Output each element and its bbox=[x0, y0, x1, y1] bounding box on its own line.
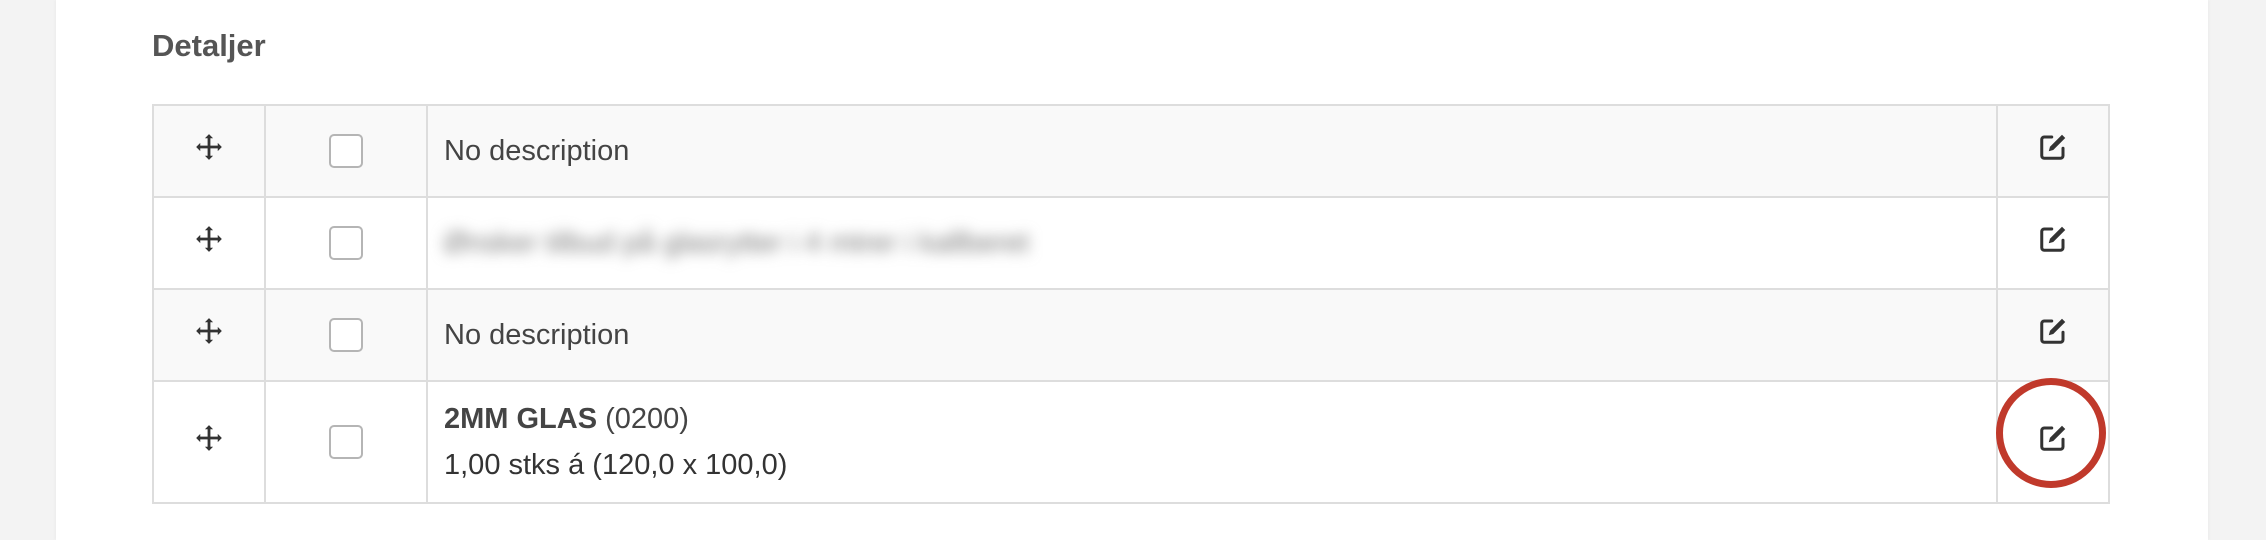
row-description: No description bbox=[444, 134, 630, 167]
table-row: Ønsker tilbud på glasrytter i 4 mtrer i … bbox=[152, 196, 2110, 290]
edit-cell bbox=[1996, 288, 2110, 382]
edit-square-pen-icon[interactable] bbox=[2038, 316, 2068, 354]
edit-square-pen-icon[interactable] bbox=[2038, 224, 2068, 262]
product-line: 2MM GLAS (0200) bbox=[444, 396, 1996, 442]
row-checkbox[interactable] bbox=[329, 134, 363, 169]
description-cell: No description bbox=[426, 104, 1998, 198]
edit-cell bbox=[1996, 196, 2110, 290]
move-cell bbox=[152, 380, 266, 504]
move-cell bbox=[152, 196, 266, 290]
move-cell bbox=[152, 288, 266, 382]
checkbox-cell bbox=[264, 288, 428, 382]
row-description-blurred: Ønsker tilbud på glasrytter i 4 mtrer i … bbox=[444, 226, 1030, 259]
checkbox-cell bbox=[264, 196, 428, 290]
table-row: 2MM GLAS (0200) 1,00 stks á (120,0 x 100… bbox=[152, 378, 2110, 504]
checkbox-cell bbox=[264, 104, 428, 198]
product-code: (0200) bbox=[605, 403, 689, 435]
edit-square-pen-icon[interactable] bbox=[2038, 423, 2068, 461]
product-name: 2MM GLAS bbox=[444, 403, 598, 435]
content-panel: Detaljer No description Ønsker tilbud på… bbox=[56, 0, 2208, 540]
move-arrows-icon[interactable] bbox=[195, 225, 223, 261]
checkbox-cell bbox=[264, 380, 428, 504]
move-arrows-icon[interactable] bbox=[195, 424, 223, 460]
row-description: No description bbox=[444, 318, 630, 351]
quantity-line: 1,00 stks á (120,0 x 100,0) bbox=[444, 449, 788, 481]
edit-cell bbox=[1996, 378, 2110, 504]
table-row: No description bbox=[152, 288, 2110, 382]
row-checkbox[interactable] bbox=[329, 226, 363, 261]
row-checkbox[interactable] bbox=[329, 425, 363, 460]
move-arrows-icon[interactable] bbox=[195, 317, 223, 353]
description-cell: Ønsker tilbud på glasrytter i 4 mtrer i … bbox=[426, 196, 1998, 290]
move-cell bbox=[152, 104, 266, 198]
edit-cell bbox=[1996, 104, 2110, 198]
description-cell: 2MM GLAS (0200) 1,00 stks á (120,0 x 100… bbox=[426, 380, 1998, 504]
row-checkbox[interactable] bbox=[329, 318, 363, 353]
description-cell: No description bbox=[426, 288, 1998, 382]
move-arrows-icon[interactable] bbox=[195, 133, 223, 169]
edit-square-pen-icon[interactable] bbox=[2038, 132, 2068, 170]
details-table: No description Ønsker tilbud på glasrytt… bbox=[152, 104, 2110, 504]
table-row: No description bbox=[152, 104, 2110, 198]
section-title: Detaljer bbox=[152, 28, 266, 63]
